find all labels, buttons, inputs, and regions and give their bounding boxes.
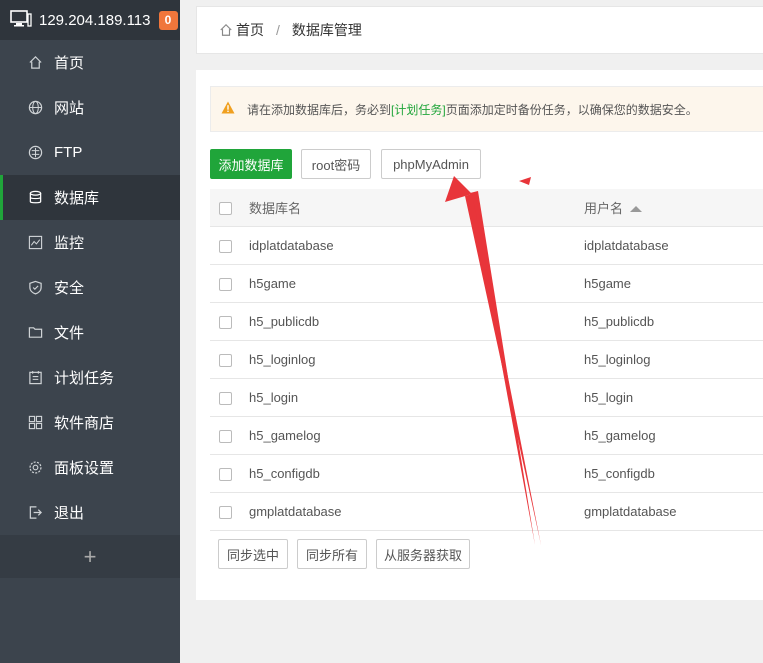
column-header-username[interactable]: 用户名 [584,189,763,226]
database-table: 数据库名 用户名 idplatdatabase idplatdatabase h5g… [210,189,763,531]
table-row[interactable]: h5game h5game [210,264,763,302]
monitor-chart-icon [27,235,43,251]
cell-username: h5_gamelog [584,427,656,443]
phpmyadmin-button[interactable]: phpMyAdmin [381,149,481,179]
cell-dbname: h5_configdb [249,465,320,481]
sidebar-item-settings[interactable]: 面板设置 [0,445,180,490]
cell-username: gmplatdatabase [584,503,677,519]
sidebar-item-label: 文件 [54,325,85,342]
fetch-from-server-button[interactable]: 从服务器获取 [376,539,470,569]
gear-icon [27,460,43,476]
shield-icon [27,280,43,296]
apps-icon [27,415,43,431]
sync-selected-button[interactable]: 同步选中 [218,539,288,569]
column-header-username-label: 用户名 [584,200,624,216]
add-database-button[interactable]: 添加数据库 [210,149,292,179]
sidebar: 129.204.189.113 0 首页 网站 FTP 数据库 监控 安全 文件… [0,0,180,663]
sidebar-item-home[interactable]: 首页 [0,40,180,85]
logout-icon [27,505,43,521]
sidebar-item-label: 退出 [54,505,85,522]
sidebar-item-label: 数据库 [54,190,100,207]
sidebar-menu: 首页 网站 FTP 数据库 监控 安全 文件 计划任务 软件商店 面板设置 退出 [0,40,180,535]
select-all-checkbox[interactable] [219,201,232,215]
cell-dbname: h5game [249,275,296,291]
row-checkbox[interactable] [219,391,232,405]
ftp-icon [27,145,43,161]
cell-dbname: h5_publicdb [249,313,320,329]
table-row[interactable]: h5_login h5_login [210,378,763,416]
server-header: 129.204.189.113 0 [0,0,180,40]
row-checkbox[interactable] [219,239,232,253]
root-password-button[interactable]: root密码 [301,149,371,179]
table-row[interactable]: h5_publicdb h5_publicdb [210,302,763,340]
cell-username: h5_publicdb [584,313,655,329]
table-row[interactable]: h5_loginlog h5_loginlog [210,340,763,378]
sidebar-item-label: 首页 [54,55,85,72]
breadcrumb-current: 数据库管理 [291,22,362,38]
add-shortcut-button[interactable]: + [0,535,180,578]
sync-all-button[interactable]: 同步所有 [297,539,367,569]
sidebar-item-files[interactable]: 文件 [0,310,180,355]
sidebar-item-logout[interactable]: 退出 [0,490,180,535]
sidebar-item-label: FTP [54,144,83,161]
sidebar-item-label: 面板设置 [54,460,115,477]
table-row[interactable]: gmplatdatabase gmplatdatabase [210,492,763,530]
sidebar-item-ftp[interactable]: FTP [0,130,180,175]
sidebar-item-security[interactable]: 安全 [0,265,180,310]
breadcrumb: 首页 / 数据库管理 [196,6,763,54]
sidebar-item-store[interactable]: 软件商店 [0,400,180,445]
row-checkbox[interactable] [219,467,232,481]
sidebar-item-database[interactable]: 数据库 [0,175,180,220]
database-panel: 请在添加数据库后，务必到 [计划任务] 页面添加定时备份任务，以确保您的数据安全。 … [196,70,763,600]
warning-icon [221,101,235,117]
sidebar-item-label: 计划任务 [54,370,115,387]
breadcrumb-separator: / [276,22,280,38]
alert-text-after: 页面添加定时备份任务，以确保您的数据安全。 [445,102,698,117]
sidebar-item-label: 监控 [54,235,85,252]
calendar-icon [27,370,43,386]
server-ip: 129.204.189.113 [39,11,151,29]
cell-username: h5_configdb [584,465,655,481]
row-checkbox[interactable] [219,353,232,367]
home-icon [27,55,43,71]
backup-warning-alert: 请在添加数据库后，务必到 [计划任务] 页面添加定时备份任务，以确保您的数据安全。 [210,86,763,132]
cell-dbname: h5_loginlog [249,351,316,367]
cell-username: idplatdatabase [584,237,669,253]
row-checkbox[interactable] [219,277,232,291]
globe-icon [27,100,43,116]
cell-dbname: idplatdatabase [249,237,334,253]
folder-icon [27,325,43,341]
sidebar-item-website[interactable]: 网站 [0,85,180,130]
cell-username: h5_login [584,389,634,405]
alert-text-before: 请在添加数据库后，务必到 [247,102,392,117]
sidebar-item-label: 安全 [54,280,85,297]
sidebar-item-label: 网站 [54,100,85,117]
database-icon [27,190,43,206]
sidebar-item-label: 软件商店 [54,415,115,432]
cell-dbname: gmplatdatabase [249,503,342,519]
row-checkbox[interactable] [219,429,232,443]
row-checkbox[interactable] [219,505,232,519]
breadcrumb-home-link[interactable]: 首页 [236,20,264,40]
cell-username: h5_loginlog [584,351,651,367]
notification-badge[interactable]: 0 [158,10,178,30]
monitor-icon [10,9,32,31]
home-icon [219,23,233,37]
table-header-row: 数据库名 用户名 [210,189,763,226]
cron-task-link[interactable]: [计划任务] [391,101,446,118]
sort-asc-icon[interactable] [630,206,643,213]
table-row[interactable]: h5_configdb h5_configdb [210,454,763,492]
table-row[interactable]: h5_gamelog h5_gamelog [210,416,763,454]
row-checkbox[interactable] [219,315,232,329]
table-row[interactable]: idplatdatabase idplatdatabase [210,226,763,264]
cell-username: h5game [584,275,631,291]
sidebar-item-monitor[interactable]: 监控 [0,220,180,265]
sidebar-item-cron[interactable]: 计划任务 [0,355,180,400]
column-header-dbname[interactable]: 数据库名 [249,189,584,226]
cell-dbname: h5_gamelog [249,427,321,443]
cell-dbname: h5_login [249,389,299,405]
